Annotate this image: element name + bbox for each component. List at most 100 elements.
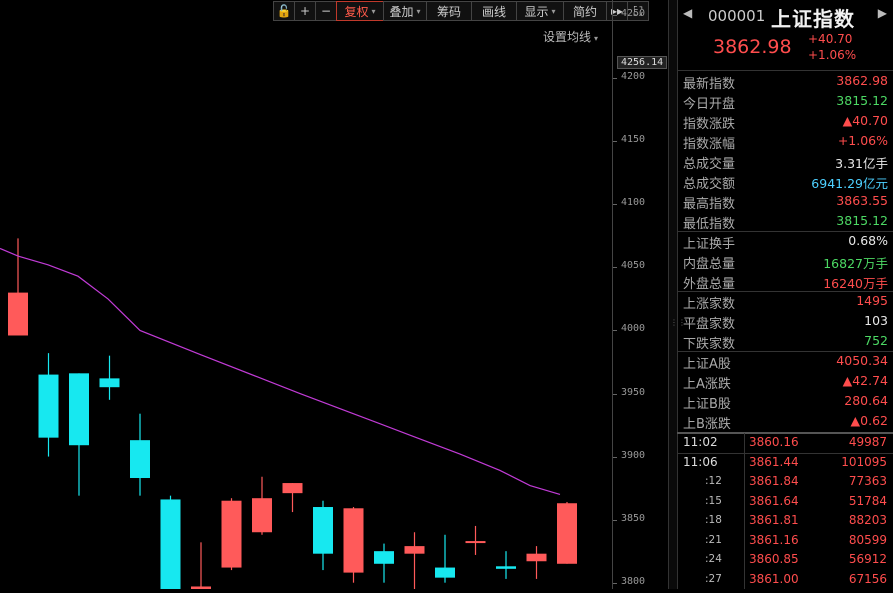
candle[interactable] [69,373,89,496]
candle[interactable] [343,507,364,583]
tick-row[interactable]: :15 3861.64 51784 [677,492,893,511]
tick-row[interactable]: :24 3860.85 56912 [677,550,893,569]
candle-body [99,378,120,388]
tick-volume: 49987 [848,435,887,449]
stat-value: 6941.29亿元 [811,176,888,191]
tick-time: :27 [705,572,722,585]
toolbar-fuquan-label: 复权 [344,4,369,19]
stat-row: 上B涨跌 ▲0.62 [677,411,893,432]
candle[interactable] [38,353,59,457]
candle[interactable] [99,355,120,400]
unlock-icon[interactable]: 🔓 [273,1,295,21]
candle[interactable] [465,525,486,555]
tick-price: 3861.44 [749,454,799,469]
toolbar-huaxian-label: 画线 [481,4,506,19]
candle-body [404,546,425,554]
price-tick-mark [613,15,617,17]
tick-price: 3861.00 [749,571,799,586]
candle-body [38,374,59,438]
stat-label: 总成交量 [683,157,736,172]
stat-value: 0.68% [848,233,888,248]
candle[interactable] [282,483,303,513]
candle-body [496,566,516,569]
candle[interactable] [374,543,394,583]
candle[interactable] [130,413,150,496]
price-tick-mark [613,204,617,206]
stat-row: 上涨家数 1495 [677,291,893,312]
candle[interactable] [404,532,425,593]
stat-row: 上A涨跌 ▲42.74 [677,371,893,392]
candle[interactable] [496,551,516,579]
tick-time: :15 [705,494,722,507]
max-price-label: 4256.14 [617,56,668,69]
stat-label: 指数涨跌 [683,117,736,132]
candle-body [465,541,486,544]
price-tick-mark [613,78,617,80]
stat-row: 上证A股 4050.34 [677,351,893,372]
candle[interactable] [435,534,455,583]
price-tick-mark [613,519,617,521]
stat-value: 3815.12 [836,93,888,108]
next-stock-icon[interactable]: ▶ [878,6,887,20]
stat-value: 3815.12 [836,213,888,228]
plus-icon[interactable]: + [294,1,316,21]
stat-row: 内盘总量 16827万手 [677,251,893,272]
caret-down-icon: ▾ [416,6,421,16]
tick-price: 3861.16 [749,532,799,547]
tick-price: 3860.16 [749,435,799,449]
price-tick-mark [613,393,617,395]
stat-value: ▲40.70 [842,113,888,128]
stat-value: 1495 [856,293,888,308]
toolbar-zoom_out-label: − [320,4,332,18]
price-tick-mark [613,330,617,332]
stat-row: 上证B股 280.64 [677,391,893,412]
toolbar-fuquan-button[interactable]: 复权 ▾ [336,1,384,21]
tick-row[interactable]: :12 3861.84 77363 [677,472,893,491]
tick-row[interactable]: :27 3861.00 67156 [677,570,893,589]
toolbar-choumao-button[interactable]: 筹码 [426,1,472,21]
tick-row[interactable]: 11:06 3861.44 101095 [677,453,893,472]
price-tick-label: 4150 [621,134,646,146]
price-change: +40.70 [808,32,853,46]
chart-toolbar: 🔓 + − 复权 ▾ 叠加 ▾ 筹码 画线 显示 ▾ 简约 ▸▸ ⛶ [273,1,649,23]
toolbar-huaxian-button[interactable]: 画线 [471,1,517,21]
tick-row[interactable]: :21 3861.16 80599 [677,531,893,550]
minus-icon[interactable]: − [315,1,337,21]
candle-body [69,373,89,446]
tick-time: 11:06 [683,454,718,469]
candle[interactable] [252,476,272,535]
stat-value: 16240万手 [823,276,888,291]
toolbar-zoom_in-label: + [299,4,311,18]
prev-stock-icon[interactable]: ◀ [683,6,692,20]
moving-average-setting[interactable]: 设置均线 ▾ [543,28,598,45]
stat-value: ▲42.74 [842,373,888,388]
stat-value: ▲0.62 [850,413,888,428]
candle[interactable] [221,498,242,571]
stat-value: 752 [864,333,888,348]
tick-row[interactable]: 11:02 3860.16 49987 [677,433,893,452]
candle-body [557,503,577,564]
stat-row: 平盘家数 103 [677,311,893,332]
toolbar-xianshi-label: 显示 [524,4,549,19]
candle[interactable] [160,495,181,593]
toolbar-xianshi-button[interactable]: 显示 ▾ [516,1,564,21]
toolbar-choumao-label: 筹码 [436,4,461,19]
stat-value: 3863.55 [836,193,888,208]
candlestick-chart[interactable] [0,0,612,593]
toolbar-diejia-button[interactable]: 叠加 ▾ [383,1,427,21]
chart-canvas[interactable] [0,0,612,593]
candle[interactable] [313,500,333,571]
price-tick-label: 3800 [621,575,646,587]
candle-body [374,551,394,564]
candle[interactable] [526,546,547,579]
stat-label: 平盘家数 [683,317,736,332]
tick-row[interactable]: :18 3861.81 88203 [677,511,893,530]
candle[interactable] [191,542,211,593]
candle[interactable] [557,501,577,564]
toolbar-diejia-label: 叠加 [389,4,414,19]
toolbar-jianyue-button[interactable]: 简约 [563,1,607,21]
tick-price: 3861.84 [749,474,799,488]
stat-value: 103 [864,313,888,328]
stat-label: 上证A股 [683,357,731,372]
candle-body [435,567,455,578]
